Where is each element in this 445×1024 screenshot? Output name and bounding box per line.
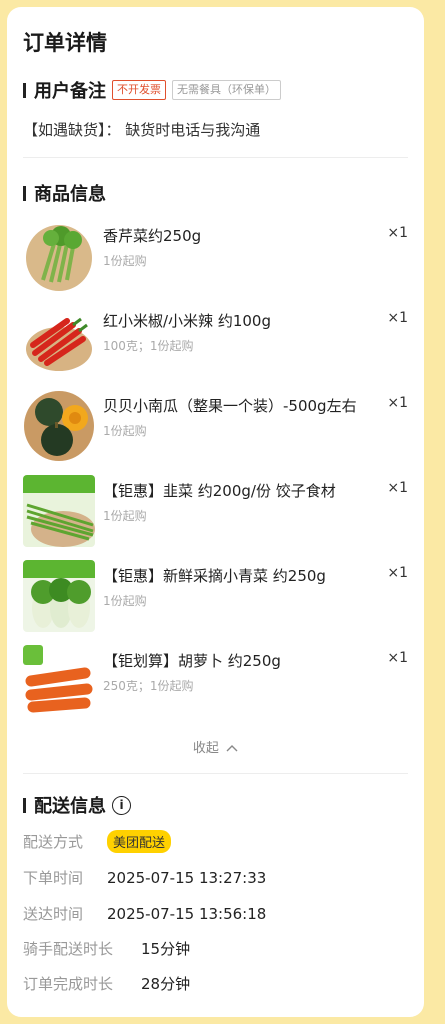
rider-duration-label: 骑手配送时长 xyxy=(23,940,114,958)
carrot-image xyxy=(23,645,95,717)
remark-title: 用户备注 xyxy=(34,81,106,102)
item-name: 香芹菜约250g xyxy=(103,227,202,245)
chili-image xyxy=(23,305,95,377)
delivery-method-label: 配送方式 xyxy=(23,833,84,851)
arrive-time-value: 2025-07-15 13:56:18 xyxy=(107,904,267,923)
celery-image xyxy=(23,220,95,292)
goods-item[interactable]: 贝贝小南瓜（整果一个装）-500g左右 1份起购 ×1 xyxy=(23,390,408,465)
goods-item[interactable]: 【钜惠】韭菜 约200g/份 饺子食材 1份起购 ×1 xyxy=(23,475,408,550)
order-detail-card: 订单详情 用户备注 不开发票 无需餐具（环保单） 【如遇缺货】： 缺货时电话与我… xyxy=(7,7,424,1017)
item-spec: 1份起购 xyxy=(103,509,147,523)
item-spec: 1份起购 xyxy=(103,424,147,438)
item-quantity: ×1 xyxy=(387,310,408,326)
rider-duration-value: 15分钟 xyxy=(141,940,191,958)
item-quantity: ×1 xyxy=(387,480,408,496)
order-time-label: 下单时间 xyxy=(23,869,84,887)
chevron-up-icon xyxy=(223,741,238,756)
complete-duration-label: 订单完成时长 xyxy=(23,975,114,993)
delivery-title: 配送信息 xyxy=(34,796,106,817)
delivery-method-row: 配送方式 美团配送 xyxy=(23,830,172,853)
complete-duration-row: 订单完成时长 28分钟 xyxy=(23,973,190,994)
leek-image xyxy=(23,475,95,547)
pumpkin-image xyxy=(23,390,95,462)
collapse-button[interactable]: 收起 xyxy=(7,737,424,756)
order-time-value: 2025-07-15 13:27:33 xyxy=(107,868,267,887)
goods-title: 商品信息 xyxy=(34,184,106,205)
item-name: 红小米椒/小米辣 约100g xyxy=(103,312,271,330)
goods-item[interactable]: 红小米椒/小米辣 约100g 100克；1份起购 ×1 xyxy=(23,305,408,380)
complete-duration-value: 28分钟 xyxy=(141,975,191,993)
item-quantity: ×1 xyxy=(387,395,408,411)
remark-text: 【如遇缺货】： 缺货时电话与我沟通 xyxy=(23,121,261,139)
remark-section-header: 用户备注 不开发票 无需餐具（环保单） xyxy=(23,77,281,103)
item-name: 【钜惠】新鲜采摘小青菜 约250g xyxy=(103,567,326,585)
no-utensils-tag: 无需餐具（环保单） xyxy=(172,80,281,100)
goods-item[interactable]: 【钜划算】胡萝卜 约250g 250克；1份起购 ×1 xyxy=(23,645,408,720)
item-spec: 100克；1份起购 xyxy=(103,339,194,353)
no-invoice-tag: 不开发票 xyxy=(112,80,166,100)
item-name: 【钜划算】胡萝卜 约250g xyxy=(103,652,281,670)
goods-item[interactable]: 香芹菜约250g 1份起购 ×1 xyxy=(23,220,408,295)
goods-item[interactable]: 【钜惠】新鲜采摘小青菜 约250g 1份起购 ×1 xyxy=(23,560,408,635)
delivery-section-header: 配送信息 i xyxy=(23,792,131,818)
arrive-time-row: 送达时间 2025-07-15 13:56:18 xyxy=(23,903,266,924)
arrive-time-label: 送达时间 xyxy=(23,905,84,923)
goods-section-header: 商品信息 xyxy=(23,180,106,206)
section-bar xyxy=(23,797,26,813)
collapse-label: 收起 xyxy=(192,741,219,756)
order-time-row: 下单时间 2025-07-15 13:27:33 xyxy=(23,867,266,888)
delivery-method-badge: 美团配送 xyxy=(107,830,172,853)
section-bar xyxy=(23,185,26,201)
rider-duration-row: 骑手配送时长 15分钟 xyxy=(23,938,190,959)
item-name: 贝贝小南瓜（整果一个装）-500g左右 xyxy=(103,397,357,415)
item-spec: 250克；1份起购 xyxy=(103,679,194,693)
item-quantity: ×1 xyxy=(387,565,408,581)
page-title: 订单详情 xyxy=(23,31,107,55)
section-bar xyxy=(23,82,26,98)
item-name: 【钜惠】韭菜 约200g/份 饺子食材 xyxy=(103,482,336,500)
item-quantity: ×1 xyxy=(387,650,408,666)
divider xyxy=(23,157,408,158)
bok-choy-image xyxy=(23,560,95,632)
item-spec: 1份起购 xyxy=(103,594,147,608)
divider xyxy=(23,773,408,774)
item-spec: 1份起购 xyxy=(103,254,147,268)
item-quantity: ×1 xyxy=(387,225,408,241)
info-icon[interactable]: i xyxy=(112,795,131,815)
